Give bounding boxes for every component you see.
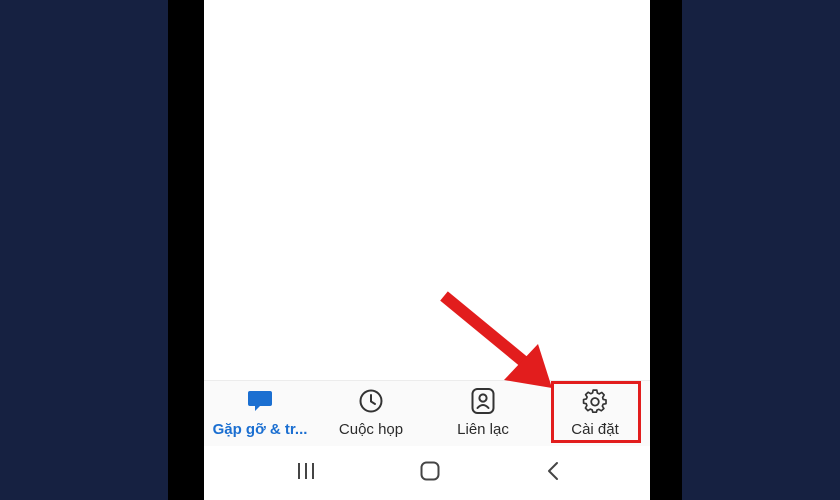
phone-screen: Gặp gỡ & tr... Cuộc họp Liên lạc Cài đặt <box>204 0 650 500</box>
recent-apps-button[interactable] <box>288 458 324 488</box>
tab-settings-label: Cài đặt <box>571 421 619 438</box>
tab-meetings-label: Cuộc họp <box>338 421 404 438</box>
tab-meet-chat-label: Gặp gỡ & tr... <box>212 421 308 438</box>
left-black-border <box>168 0 204 500</box>
tab-settings[interactable]: Cài đặt <box>540 381 650 447</box>
back-button[interactable] <box>536 458 572 488</box>
chat-bubble-icon <box>246 387 274 415</box>
tab-meetings[interactable]: Cuộc họp <box>316 381 426 447</box>
main-content-area <box>204 0 650 380</box>
android-navigation-bar <box>204 446 650 500</box>
recent-apps-icon <box>295 461 317 486</box>
gear-icon <box>582 387 608 415</box>
tab-meet-chat[interactable]: Gặp gỡ & tr... <box>204 381 316 447</box>
home-icon <box>419 460 441 487</box>
contact-icon <box>470 387 496 415</box>
tab-contacts-label: Liên lạc <box>457 421 509 438</box>
bottom-tab-bar: Gặp gỡ & tr... Cuộc họp Liên lạc Cài đặt <box>204 380 650 446</box>
tab-contacts[interactable]: Liên lạc <box>428 381 538 447</box>
back-icon <box>544 460 564 487</box>
home-button[interactable] <box>412 458 448 488</box>
right-black-border <box>650 0 682 500</box>
clock-icon <box>358 387 384 415</box>
